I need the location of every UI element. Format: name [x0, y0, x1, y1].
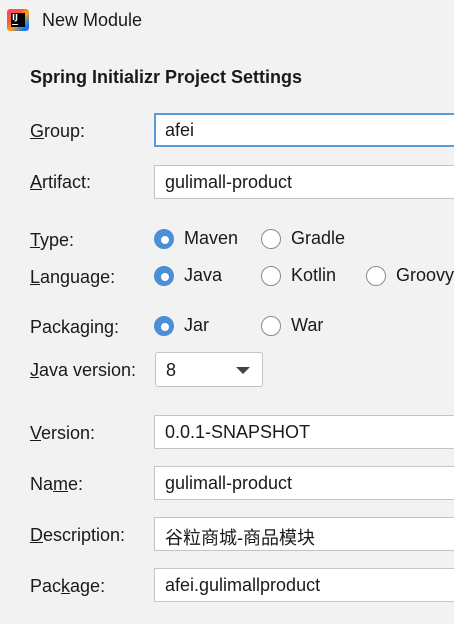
artifact-label: Artifact: [30, 172, 92, 192]
language-java-radio[interactable]: Java [154, 265, 222, 286]
description-field[interactable]: 谷粒商城-商品模块 [154, 517, 454, 551]
java-version-select[interactable]: 8 [155, 352, 263, 387]
package-field[interactable]: afei.gulimallproduct [154, 568, 454, 602]
radio-unselected-icon [366, 265, 386, 286]
description-value: 谷粒商城-商品模块 [165, 528, 315, 548]
type-gradle-radio[interactable]: Gradle [261, 228, 345, 249]
artifact-field[interactable]: gulimall-product [154, 165, 454, 199]
version-label: Version: [30, 423, 96, 443]
type-label: Type: [30, 230, 75, 250]
window-title: New Module [42, 10, 143, 30]
version-value: 0.0.1-SNAPSHOT [165, 422, 311, 442]
name-value: gulimall-product [165, 473, 293, 493]
section-title: Spring Initializr Project Settings [30, 67, 303, 87]
group-value: afei [165, 120, 195, 140]
artifact-value: gulimall-product [165, 172, 293, 192]
packaging-jar-radio[interactable]: Jar [154, 315, 209, 336]
chevron-down-icon[interactable] [236, 367, 250, 374]
radio-selected-icon [154, 315, 174, 336]
title-bar: IJ New Module [0, 0, 454, 42]
java-version-label: Java version: [30, 360, 137, 380]
version-field[interactable]: 0.0.1-SNAPSHOT [154, 415, 454, 449]
radio-selected-icon [154, 265, 174, 286]
language-groovy-radio[interactable]: Groovy [366, 265, 454, 286]
package-value: afei.gulimallproduct [165, 575, 321, 595]
java-version-value: 8 [166, 360, 177, 380]
packaging-war-radio[interactable]: War [261, 315, 323, 336]
name-label: Name: [30, 474, 84, 494]
radio-unselected-icon [261, 228, 281, 249]
name-field[interactable]: gulimall-product [154, 466, 454, 500]
package-label: Package: [30, 576, 106, 596]
radio-selected-icon [154, 228, 174, 249]
intellij-idea-icon: IJ [7, 9, 29, 31]
group-field[interactable]: afei [154, 113, 454, 147]
group-label: Group: [30, 121, 86, 141]
type-maven-radio[interactable]: Maven [154, 228, 238, 249]
packaging-label: Packaging: [30, 317, 120, 337]
language-kotlin-radio[interactable]: Kotlin [261, 265, 336, 286]
radio-unselected-icon [261, 265, 281, 286]
description-label: Description: [30, 525, 126, 545]
radio-unselected-icon [261, 315, 281, 336]
language-label: Language: [30, 267, 116, 287]
